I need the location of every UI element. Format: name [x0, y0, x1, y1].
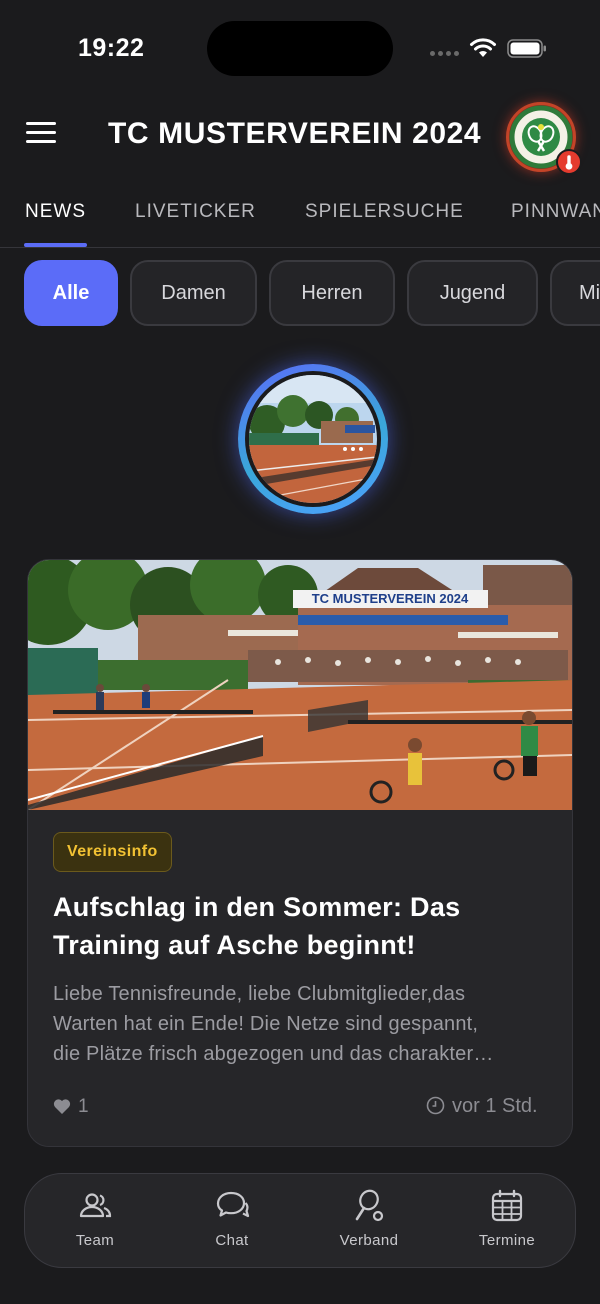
calendar-icon [491, 1189, 523, 1222]
nav-item-verband[interactable]: Verband [314, 1188, 424, 1258]
nav-label-chat: Chat [215, 1232, 249, 1249]
news-image: TC MUSTERVEREIN 2024 [28, 560, 572, 810]
news-excerpt-line: Liebe Tennisfreunde, liebe Clubmitgliede… [53, 983, 466, 1005]
wifi-icon [470, 38, 496, 57]
news-timestamp: vor 1 Std. [452, 1095, 538, 1117]
story-image [249, 375, 377, 503]
nav-label-team: Team [75, 1232, 115, 1249]
filter-chip-jugend[interactable]: Jugend [407, 260, 538, 326]
app-header: TC MUSTERVEREIN 2024 [0, 96, 600, 176]
status-time: 19:22 [78, 34, 145, 62]
news-title: Aufschlag in den Sommer: Das Training au… [53, 892, 461, 960]
news-excerpt: Liebe Tennisfreunde, liebe Clubmitgliede… [53, 979, 553, 1069]
cellular-signal-icon [430, 51, 459, 56]
filter-chip-alle[interactable]: Alle [24, 260, 118, 326]
menu-icon-line [26, 122, 56, 125]
thermometer-icon [565, 155, 573, 170]
tab-pinnwand[interactable]: PINNWAND [511, 201, 600, 223]
heart-icon[interactable] [53, 1098, 71, 1115]
news-excerpt-line: die Plätze frisch abgezogen und das char… [53, 1043, 494, 1065]
nav-item-team[interactable]: Team [40, 1188, 150, 1258]
verband-icon [355, 1189, 384, 1222]
menu-button[interactable] [26, 122, 58, 148]
notification-badge [556, 149, 582, 175]
tab-bar: NEWS LIVETICKER SPIELERSUCHE PINNWAND [0, 186, 600, 248]
bottom-nav: Team Chat Verband Termine [24, 1173, 576, 1268]
clock-icon [426, 1096, 445, 1115]
tab-liveticker[interactable]: LIVETICKER [135, 201, 256, 223]
nav-item-chat[interactable]: Chat [177, 1188, 287, 1258]
news-card[interactable]: TC MUSTERVEREIN 2024 Vereinsinfo Aufschl… [27, 559, 573, 1147]
clubhouse-banner-text: TC MUSTERVEREIN 2024 [312, 591, 469, 606]
team-icon [79, 1193, 112, 1218]
like-count: 1 [78, 1096, 89, 1117]
chat-icon [216, 1191, 250, 1218]
filter-chip-mixed[interactable]: Mixed [550, 260, 600, 326]
filter-chip-row: Alle Damen Herren Jugend Mixed [0, 260, 600, 328]
story-button[interactable] [238, 364, 388, 514]
nav-item-termine[interactable]: Termine [452, 1188, 562, 1258]
news-excerpt-line: Warten hat ein Ende! Die Netze sind gesp… [53, 1013, 479, 1035]
filter-chip-damen[interactable]: Damen [130, 260, 257, 326]
filter-chip-herren[interactable]: Herren [269, 260, 395, 326]
tab-news[interactable]: NEWS [25, 201, 86, 223]
dynamic-island [207, 21, 393, 76]
menu-icon-line [26, 131, 56, 134]
category-badge[interactable]: Vereinsinfo [53, 832, 172, 872]
battery-icon [507, 39, 546, 58]
nav-label-verband: Verband [339, 1232, 399, 1249]
nav-label-termine: Termine [478, 1232, 536, 1249]
tab-spielersuche[interactable]: SPIELERSUCHE [305, 201, 464, 223]
menu-icon-line [26, 140, 56, 143]
active-tab-indicator [24, 243, 87, 247]
page-title: TC MUSTERVEREIN 2024 [108, 117, 482, 150]
status-bar: 19:22 [0, 0, 600, 96]
